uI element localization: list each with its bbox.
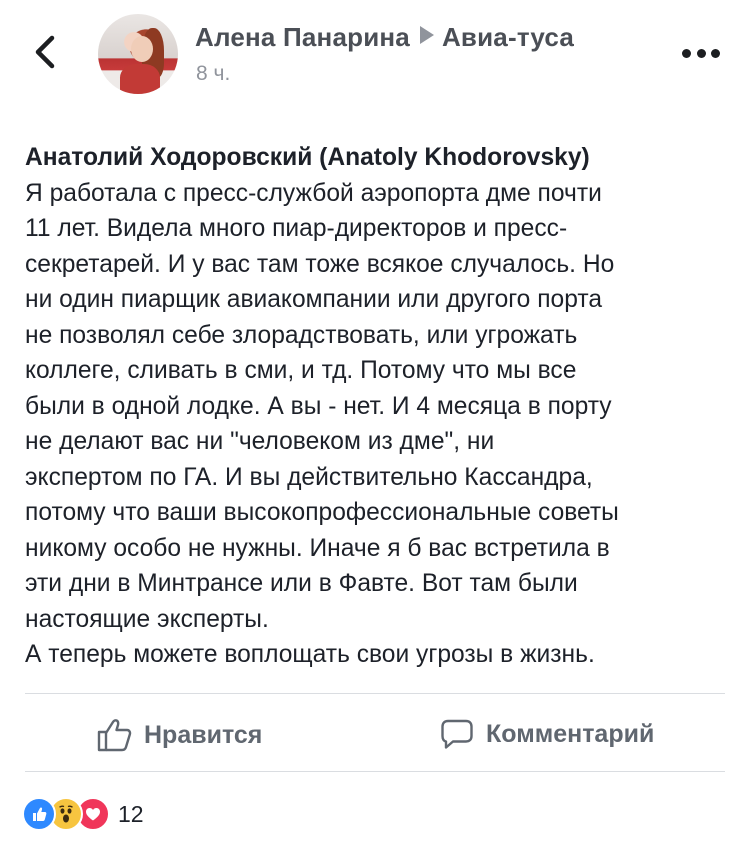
- like-label: Нравится: [144, 720, 263, 749]
- dot-icon: [696, 48, 706, 58]
- author-name[interactable]: Алена Панарина: [195, 22, 410, 52]
- more-options-button[interactable]: [682, 46, 720, 60]
- post-line: 11 лет. Видела много пиар-директоров и п…: [25, 215, 568, 242]
- avatar-face: [131, 36, 153, 62]
- comment-icon: [441, 719, 473, 749]
- post-header: Алена Панарина Авиа-туса 8 ч.: [0, 0, 750, 110]
- thumbs-up-icon: [97, 719, 132, 752]
- comment-button[interactable]: Комментарий: [440, 718, 654, 750]
- post-line: не позволял себе злорадствовать, или угр…: [25, 321, 578, 349]
- post-line: Я работала с пресс-службой аэропорта дме…: [25, 179, 602, 207]
- reactions-summary[interactable]: 12: [22, 797, 144, 831]
- like-reaction-icon: [22, 797, 56, 831]
- post-line: настоящие эксперты.: [25, 605, 269, 633]
- post-time[interactable]: 8 ч.: [196, 62, 230, 86]
- post-line: потому что ваши высокопрофессиональные с…: [25, 499, 619, 526]
- divider: [25, 771, 725, 772]
- post-line: были в одной лодке. А вы - нет. И 4 меся…: [25, 392, 612, 420]
- post-line: ни один пиарщик авиакомпании или другого…: [25, 286, 602, 313]
- post-line: не делают вас ни "человеком из дме", ни: [25, 428, 495, 455]
- post-line: коллеге, сливать в сми, и тд. Потому что…: [25, 357, 577, 384]
- avatar[interactable]: [98, 14, 178, 94]
- post-line: Анатолий Ходоровский (Anatoly Khodorovsk…: [25, 144, 590, 171]
- post-line: А теперь можете воплощать свои угрозы в …: [25, 641, 595, 668]
- like-button[interactable]: Нравится: [96, 718, 262, 752]
- post-line: эти дни в Минтрансе или в Фавте. Вот там…: [25, 570, 578, 597]
- post-line: экспертом по ГА. И вы действительно Касс…: [25, 463, 593, 491]
- avatar-body: [120, 64, 160, 94]
- post-line: никому особо не нужны. Иначе я б вас вст…: [25, 534, 610, 562]
- group-name[interactable]: Авиа-туса: [442, 22, 574, 52]
- dot-icon: [682, 48, 691, 58]
- chevron-left-icon: [35, 35, 55, 69]
- reaction-count: 12: [118, 800, 144, 827]
- post-body: Анатолий Ходоровский (Anatoly Khodorovsk…: [25, 140, 730, 673]
- comment-label: Комментарий: [486, 719, 655, 748]
- back-button[interactable]: [28, 32, 64, 72]
- divider: [25, 693, 725, 694]
- dot-icon: [711, 48, 720, 58]
- arrow-right-icon: [419, 26, 434, 44]
- author-line: Алена Панарина Авиа-туса: [195, 22, 574, 53]
- post-line: секретарей. И у вас там тоже всякое случ…: [25, 250, 615, 278]
- action-bar: Нравится Комментарий: [0, 700, 750, 770]
